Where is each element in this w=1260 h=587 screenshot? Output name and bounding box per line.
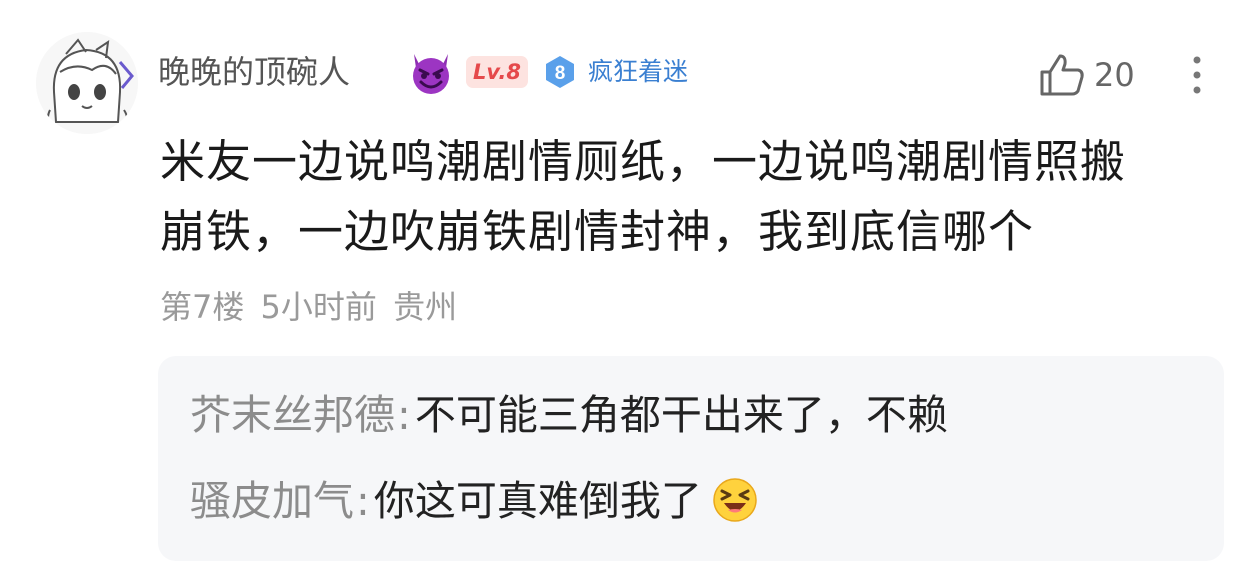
comment-line: 米友一边说鸣潮剧情厕纸，一边说鸣潮剧情照搬	[160, 135, 1127, 188]
comment-content: 米友一边说鸣潮剧情厕纸，一边说鸣潮剧情照搬 崩铁，一边吹崩铁剧情封神，我到底信哪…	[160, 127, 1240, 267]
reply-text: 你这可真难倒我了	[373, 477, 702, 525]
fan-badge-label: 疯狂着迷	[588, 57, 689, 86]
reply-item[interactable]: 芥末丝邦德:不可能三角都干出来了，不赖	[190, 384, 948, 446]
like-count: 20	[1094, 56, 1135, 94]
devil-face-icon	[408, 50, 454, 96]
reply-text: 不可能三角都干出来了，不赖	[414, 391, 948, 439]
fan-level-number: 8	[555, 63, 566, 84]
reply-author[interactable]: 芥末丝邦德	[190, 391, 395, 439]
thumbs-up-icon[interactable]	[1038, 52, 1086, 98]
reply-preview-box[interactable]: 芥末丝邦德:不可能三角都干出来了，不赖 骚皮加气:你这可真难倒我了	[158, 356, 1224, 561]
reply-colon: :	[397, 391, 411, 439]
comment-line: 崩铁，一边吹崩铁剧情封神，我到底信哪个	[160, 205, 1035, 258]
level-badge: Lv.8	[466, 56, 528, 88]
username[interactable]: 晚晚的顶碗人	[158, 48, 350, 96]
reply-colon: :	[356, 477, 370, 525]
more-vertical-icon[interactable]	[1183, 52, 1211, 98]
avatar[interactable]	[36, 32, 138, 134]
comment-meta: 第7楼 5小时前 贵州	[160, 288, 458, 326]
reply-author[interactable]: 骚皮加气	[190, 477, 354, 525]
fan-level-icon: 8	[542, 54, 578, 90]
reply-item[interactable]: 骚皮加气:你这可真难倒我了	[190, 470, 758, 532]
grinning-squint-emoji-icon	[712, 477, 758, 523]
